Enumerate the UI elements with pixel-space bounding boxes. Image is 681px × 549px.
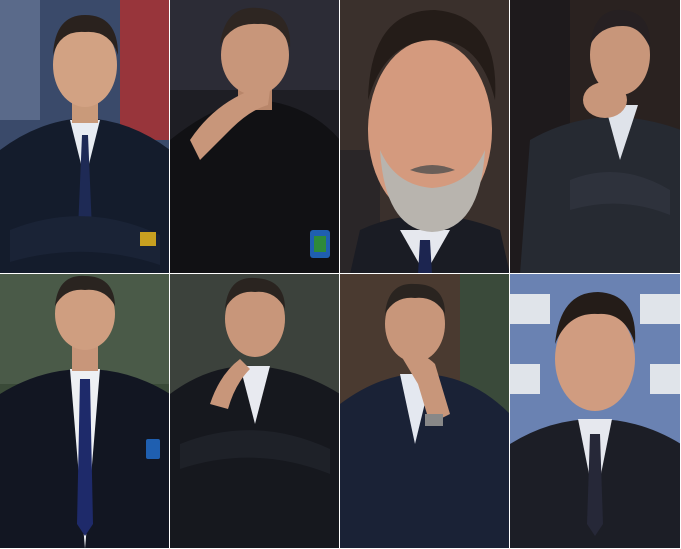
photo-tile-3 (340, 0, 510, 274)
photo-tile-6 (170, 274, 340, 549)
photo-tile-7 (340, 274, 510, 549)
photo-tile-2 (170, 0, 340, 274)
photo-tile-1 (0, 0, 170, 274)
photo-tile-8 (510, 274, 681, 549)
photo-tile-5 (0, 274, 170, 549)
photo-tile-4 (510, 0, 681, 274)
photo-collage (0, 0, 681, 549)
